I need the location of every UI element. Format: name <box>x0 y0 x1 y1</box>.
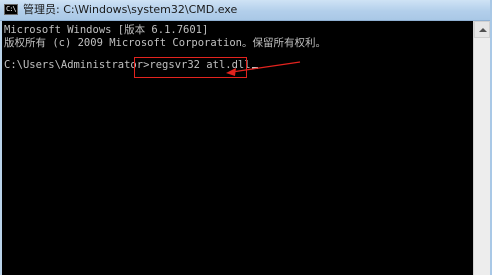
arrow-shaft <box>231 61 301 73</box>
scroll-up-button[interactable] <box>474 21 490 38</box>
vertical-scrollbar[interactable] <box>473 21 490 275</box>
cmd-window: C:\ 管理员: C:\Windows\system32\CMD.exe Mic… <box>0 0 492 275</box>
annotation-arrow <box>226 61 301 76</box>
triangle-up-icon <box>479 28 487 32</box>
arrow-head <box>226 68 236 76</box>
